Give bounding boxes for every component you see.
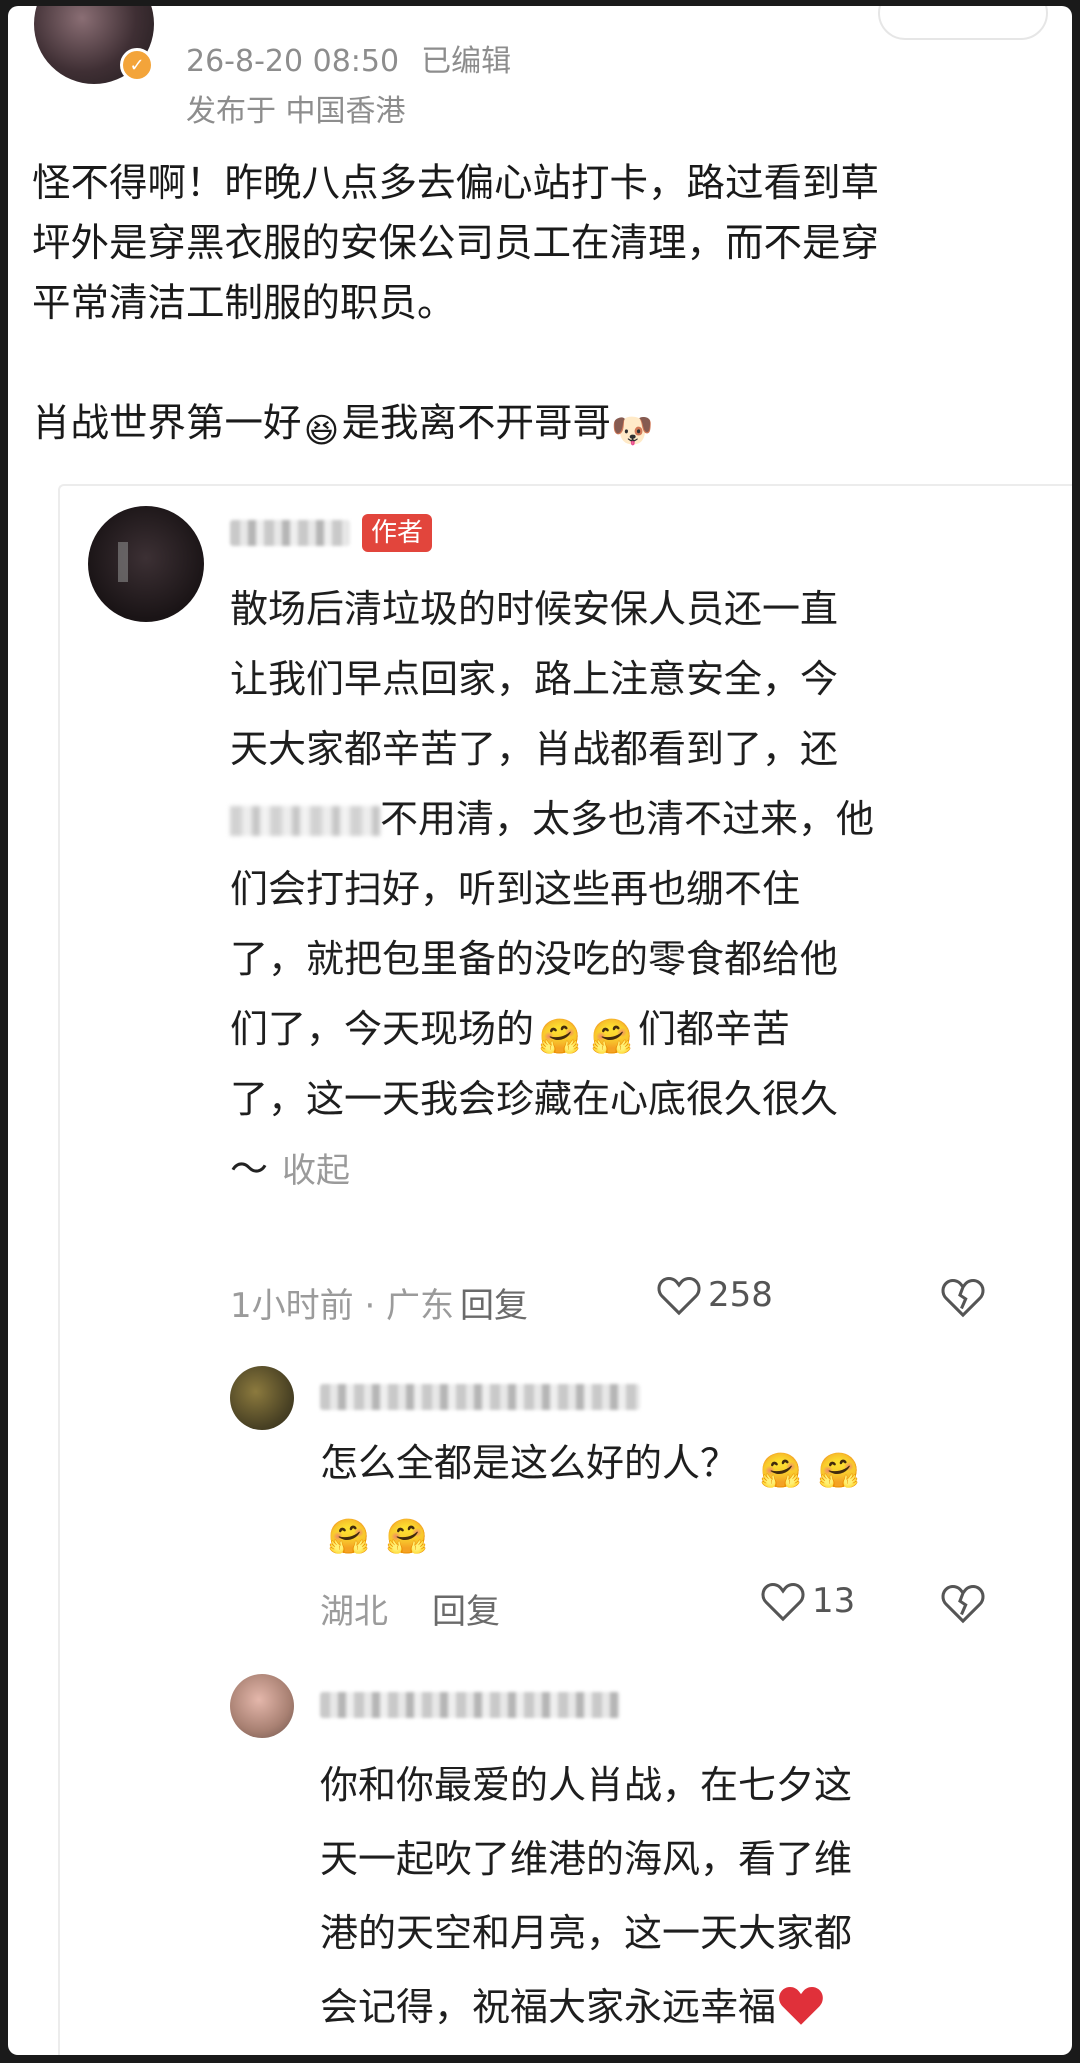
comment-text-line: 了，就把包里备的没吃的零食都给他 — [230, 937, 839, 981]
comment-text-segment: 们了，今天现场的 — [230, 1007, 535, 1051]
comment-author-avatar[interactable] — [88, 506, 204, 622]
hug-emoji-icon: 🤗 — [759, 1451, 803, 1491]
reply-avatar[interactable] — [230, 1366, 294, 1430]
comment-text-segment: 们都辛苦 — [638, 1007, 791, 1051]
post-text-line: 肖战世界第一好😆是我离不开哥哥🐶 — [32, 394, 1042, 454]
heart-outline-icon — [657, 1276, 701, 1316]
reply-location: 湖北 — [320, 1592, 388, 1632]
heart-outline-icon — [761, 1582, 805, 1622]
header-action-button[interactable] — [878, 6, 1048, 40]
post-text-segment: 肖战世界第一好 — [32, 401, 302, 446]
reply-like-count: 13 — [812, 1581, 856, 1621]
reply-text-line: 会记得，祝福大家永远幸福 — [320, 1970, 1020, 2052]
reply-author-name-blurred[interactable] — [320, 1692, 620, 1718]
hug-emoji-icon: 🤗 — [817, 1451, 861, 1491]
post-date: 26-8-20 08:50 — [186, 44, 400, 79]
broken-heart-icon — [941, 1278, 985, 1318]
comment-like-count: 258 — [708, 1275, 773, 1315]
post-edited-label: 已编辑 — [421, 44, 512, 79]
comment-reply-button[interactable]: 回复 — [460, 1278, 528, 1327]
doge-emoji-icon: 🐶 — [611, 411, 654, 451]
post-text-segment: 是我离不开哥哥 — [341, 401, 612, 446]
post-body: 怪不得啊！昨晚八点多去偏心站打卡，路过看到草 坪外是穿黑衣服的安保公司员工在清理… — [32, 154, 1042, 454]
reply-text-line: 怎么全都是这么好的人？ 🤗 🤗 — [320, 1430, 1020, 1496]
tilde-icon: ～ — [230, 1147, 269, 1191]
reply-text-line: 你和你最爱的人肖战，在七夕这 — [320, 1763, 853, 1807]
comment-text-line: 不用清，太多也清不过来，他 — [230, 784, 1030, 854]
hug-emoji-icon: 🤗 — [327, 1517, 371, 1557]
comment-author-name-blurred[interactable] — [230, 520, 350, 546]
post-location: 发布于 中国香港 — [186, 94, 406, 129]
face-emoji-icon: 🤗 — [590, 1017, 634, 1057]
face-emoji-icon: 🤗 — [538, 1017, 582, 1057]
verified-badge-icon: ✓ — [120, 48, 154, 82]
reply-author-name-blurred[interactable] — [320, 1384, 640, 1410]
reply-text-segment: 怎么全都是这么好的人？ — [320, 1441, 739, 1485]
collapse-row[interactable]: ～ 收起 — [230, 1134, 1030, 1206]
reply-text-line: 🤗 🤗 — [320, 1496, 1020, 1562]
reply-text: 怎么全都是这么好的人？ 🤗 🤗 🤗 🤗 — [320, 1430, 1020, 1562]
comment-text-line: 天大家都辛苦了，肖战都看到了，还 — [230, 727, 839, 771]
comment-thread: 作者 散场后清垃圾的时候安保人员还一直 让我们早点回家，路上注意安全，今 天大家… — [58, 484, 1072, 2055]
hug-emoji-icon: 🤗 — [385, 1517, 429, 1557]
reply-like-button[interactable]: 13 — [760, 1580, 855, 1622]
blurred-text — [230, 806, 380, 836]
reply-text-line: 天一起吹了维港的海风，看了维 — [320, 1837, 853, 1881]
comment-time-location: 1小时前 · 广东 — [230, 1286, 455, 1326]
comment-text-line: 们了，今天现场的 🤗 🤗 们都辛苦 — [230, 994, 1030, 1064]
app-frame: ✓ 26-8-20 08:50 已编辑 发布于 中国香港 怪不得啊！昨晚八点多去偏… — [8, 6, 1072, 2055]
reply-text: 你和你最爱的人肖战，在七夕这 天一起吹了维港的海风，看了维 港的天空和月亮，这一… — [320, 1748, 1020, 2052]
reply-avatar[interactable] — [230, 1674, 294, 1738]
post-meta-date: 26-8-20 08:50 已编辑 — [186, 36, 511, 80]
post-text-line: 平常清洁工制服的职员。 — [32, 281, 456, 326]
comment-text-line: 让我们早点回家，路上注意安全，今 — [230, 657, 839, 701]
comment-text: 散场后清垃圾的时候安保人员还一直 让我们早点回家，路上注意安全，今 天大家都辛苦… — [230, 574, 1030, 1206]
reply-text-segment: 会记得，祝福大家永远幸福 — [320, 1985, 777, 2029]
comment-like-button[interactable]: 258 — [656, 1274, 773, 1316]
reply-text-line: 港的天空和月亮，这一天大家都 — [320, 1911, 853, 1955]
comment-text-line: 们会打扫好，听到这些再也绷不住 — [230, 867, 801, 911]
post-text-line: 坪外是穿黑衣服的安保公司员工在清理，而不是穿 — [32, 221, 880, 266]
reply-reply-button[interactable]: 回复 — [432, 1584, 500, 1633]
comment-text-segment: 不用清，太多也清不过来，他 — [380, 797, 875, 841]
collapse-link[interactable]: 收起 — [282, 1151, 350, 1191]
comment-text-line: 了，这一天我会珍藏在心底很久很久 — [230, 1077, 839, 1121]
reply-dislike-button[interactable] — [940, 1582, 986, 1624]
author-badge: 作者 — [362, 514, 433, 552]
broken-heart-icon — [941, 1584, 985, 1624]
grinning-emoji-icon: 😆 — [303, 411, 340, 451]
comment-dislike-button[interactable] — [940, 1276, 986, 1318]
comment-text-line: 散场后清垃圾的时候安保人员还一直 — [230, 587, 839, 631]
post-text-line: 怪不得啊！昨晚八点多去偏心站打卡，路过看到草 — [32, 161, 880, 206]
red-heart-emoji-icon — [776, 1978, 826, 2052]
